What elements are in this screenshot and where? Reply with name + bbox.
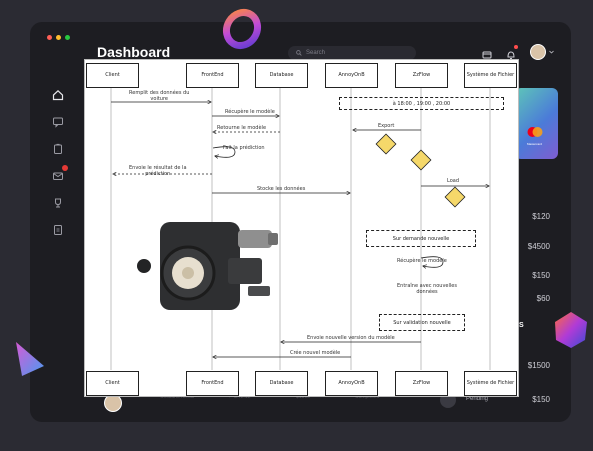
msg-store-data: Stocke les données xyxy=(257,186,306,192)
window-controls xyxy=(47,35,70,40)
validation-box: Sur validation nouvelle xyxy=(379,314,465,331)
msg-get-model-2: Récupère le modèle xyxy=(397,258,447,264)
msg-export: Export xyxy=(378,123,395,129)
actor-client-top: Client xyxy=(86,63,139,88)
sidebar xyxy=(52,88,68,235)
clipboard-icon[interactable] xyxy=(52,142,64,154)
top-actions xyxy=(482,44,554,60)
section-heading-fragment: S xyxy=(519,322,524,329)
msg-enter-data: Remplit des données du voiture xyxy=(129,90,190,102)
close-dot[interactable] xyxy=(47,35,52,40)
new-model-box: Sur demande nouvelle xyxy=(366,230,476,247)
actor-zzflow-top: ZzFlow xyxy=(395,63,448,88)
mail-badge xyxy=(62,165,68,171)
actor-annoyonb-top: AnnoyOnB xyxy=(325,63,378,88)
msg-return-model: Retourne le modèle xyxy=(217,125,267,131)
actor-frontend-bottom: FrontEnd xyxy=(186,371,239,396)
mail-icon[interactable] xyxy=(52,165,68,181)
trophy-icon[interactable] xyxy=(52,196,64,208)
actor-zzflow-bottom: ZzFlow xyxy=(395,371,448,396)
actor-database-bottom: Database xyxy=(255,371,308,396)
document-icon[interactable] xyxy=(52,223,64,235)
user-menu[interactable] xyxy=(530,44,554,60)
minimize-dot[interactable] xyxy=(56,35,61,40)
msg-send-result: Envoie le résultat de la prédiction xyxy=(129,165,187,177)
card-brand: Mastercard xyxy=(527,142,543,146)
gem-decoration xyxy=(552,310,590,355)
wallet-icon[interactable] xyxy=(482,47,492,59)
actor-client-bottom: Client xyxy=(86,371,139,396)
msg-new-version: Envoie nouvelle version du modèle xyxy=(307,335,395,341)
notification-dot xyxy=(514,45,518,49)
msg-load: Load xyxy=(447,178,459,184)
search-placeholder: Search xyxy=(306,50,326,56)
amount-3: $150 xyxy=(532,271,550,280)
amount-2: $4500 xyxy=(527,242,550,251)
search-bar[interactable]: Search xyxy=(288,46,416,60)
schedule-box: à 18:00 , 19:00 , 20:00 xyxy=(339,97,504,110)
credit-card[interactable]: Mastercard xyxy=(515,88,558,159)
msg-get-model: Récupère le modèle xyxy=(225,109,275,115)
home-icon[interactable] xyxy=(52,88,64,101)
avatar xyxy=(530,44,546,60)
ring-decoration xyxy=(220,5,266,56)
mastercard-logo-icon xyxy=(527,127,543,137)
window-motor-photo xyxy=(132,218,282,313)
actor-filesystem-bottom: Système de Fichier xyxy=(464,371,517,396)
maximize-dot[interactable] xyxy=(65,35,70,40)
actor-database-top: Database xyxy=(255,63,308,88)
chevron-down-icon xyxy=(549,50,554,54)
search-icon xyxy=(296,50,302,56)
actor-annoyonb-bottom: AnnoyOnB xyxy=(325,371,378,396)
cone-decoration xyxy=(12,340,48,385)
actor-frontend-top: FrontEnd xyxy=(186,63,239,88)
chat-icon[interactable] xyxy=(52,115,64,128)
page-title: Dashboard xyxy=(97,44,171,60)
msg-train: Entraîne avec nouvelles données xyxy=(397,283,457,295)
sequence-diagram: Client FrontEnd Database AnnoyOnB ZzFlow… xyxy=(84,59,519,397)
amount-5: $1500 xyxy=(527,361,550,370)
msg-predict: Fait la prédiction xyxy=(223,145,265,151)
bell-icon[interactable] xyxy=(506,45,518,59)
amount-6: $150 xyxy=(532,395,550,404)
msg-create-model: Crée nouvel modèle xyxy=(290,350,341,356)
actor-filesystem-top: Système de Fichier xyxy=(464,63,517,88)
amount-1: $120 xyxy=(532,212,550,221)
amount-4: $60 xyxy=(536,294,550,303)
